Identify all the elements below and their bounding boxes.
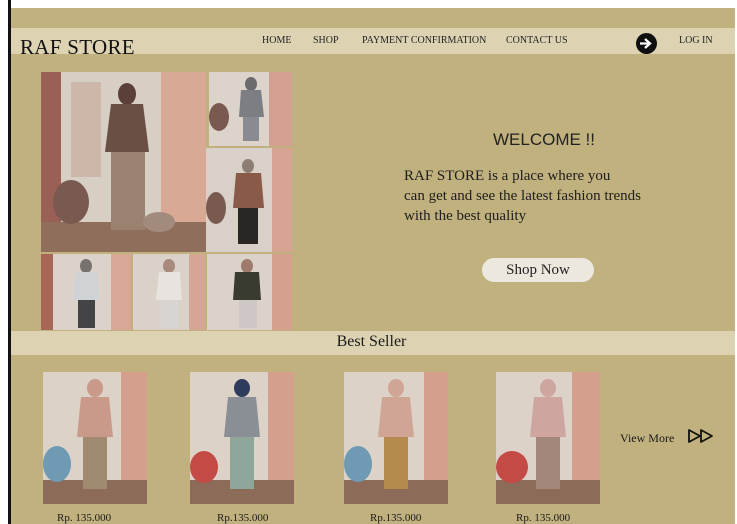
arrow-right-circle-icon[interactable] — [636, 33, 657, 54]
welcome-title: WELCOME !! — [493, 130, 596, 149]
best-seller-title: Best Seller — [336, 333, 407, 350]
welcome-line: with the best quality — [404, 208, 527, 224]
product-image[interactable] — [190, 372, 294, 504]
hero-photo-5 — [133, 254, 205, 330]
brand-logo[interactable]: RAF STORE — [20, 35, 135, 60]
hero-photo-6 — [207, 254, 292, 330]
nav-contact-us[interactable]: CONTACT US — [506, 35, 568, 46]
shop-now-button[interactable]: Shop Now — [482, 258, 594, 282]
product-price: Rp.135.000 — [217, 512, 269, 524]
left-border — [8, 0, 11, 524]
product-price: Rp. 135.000 — [516, 512, 571, 524]
product-image[interactable] — [43, 372, 147, 504]
welcome-line: RAF STORE is a place where you — [404, 168, 611, 184]
product-image[interactable] — [344, 372, 448, 504]
nav-home[interactable]: HOME — [262, 35, 291, 46]
view-more-link[interactable]: View More — [620, 431, 674, 446]
nav-payment-confirmation[interactable]: PAYMENT CONFIRMATION — [362, 35, 486, 46]
product-image[interactable] — [496, 372, 600, 504]
top-border — [0, 0, 737, 8]
fast-forward-icon[interactable] — [687, 428, 717, 449]
hero-collage — [41, 72, 292, 330]
product-price: Rp.135.000 — [370, 512, 422, 524]
page: RAF STORE HOME SHOP PAYMENT CONFIRMATION… — [8, 8, 735, 524]
nav-login[interactable]: LOG IN — [679, 35, 713, 46]
hero-photo-3 — [206, 148, 292, 252]
hero-photo-main — [41, 72, 206, 252]
welcome-description: RAF STORE is a place where you can get a… — [404, 166, 724, 226]
hero-photo-4 — [41, 254, 131, 330]
nav-shop[interactable]: SHOP — [313, 35, 339, 46]
welcome-line: can get and see the latest fashion trend… — [404, 188, 641, 204]
hero-photo-2 — [209, 72, 292, 146]
product-price: Rp. 135.000 — [57, 512, 112, 524]
